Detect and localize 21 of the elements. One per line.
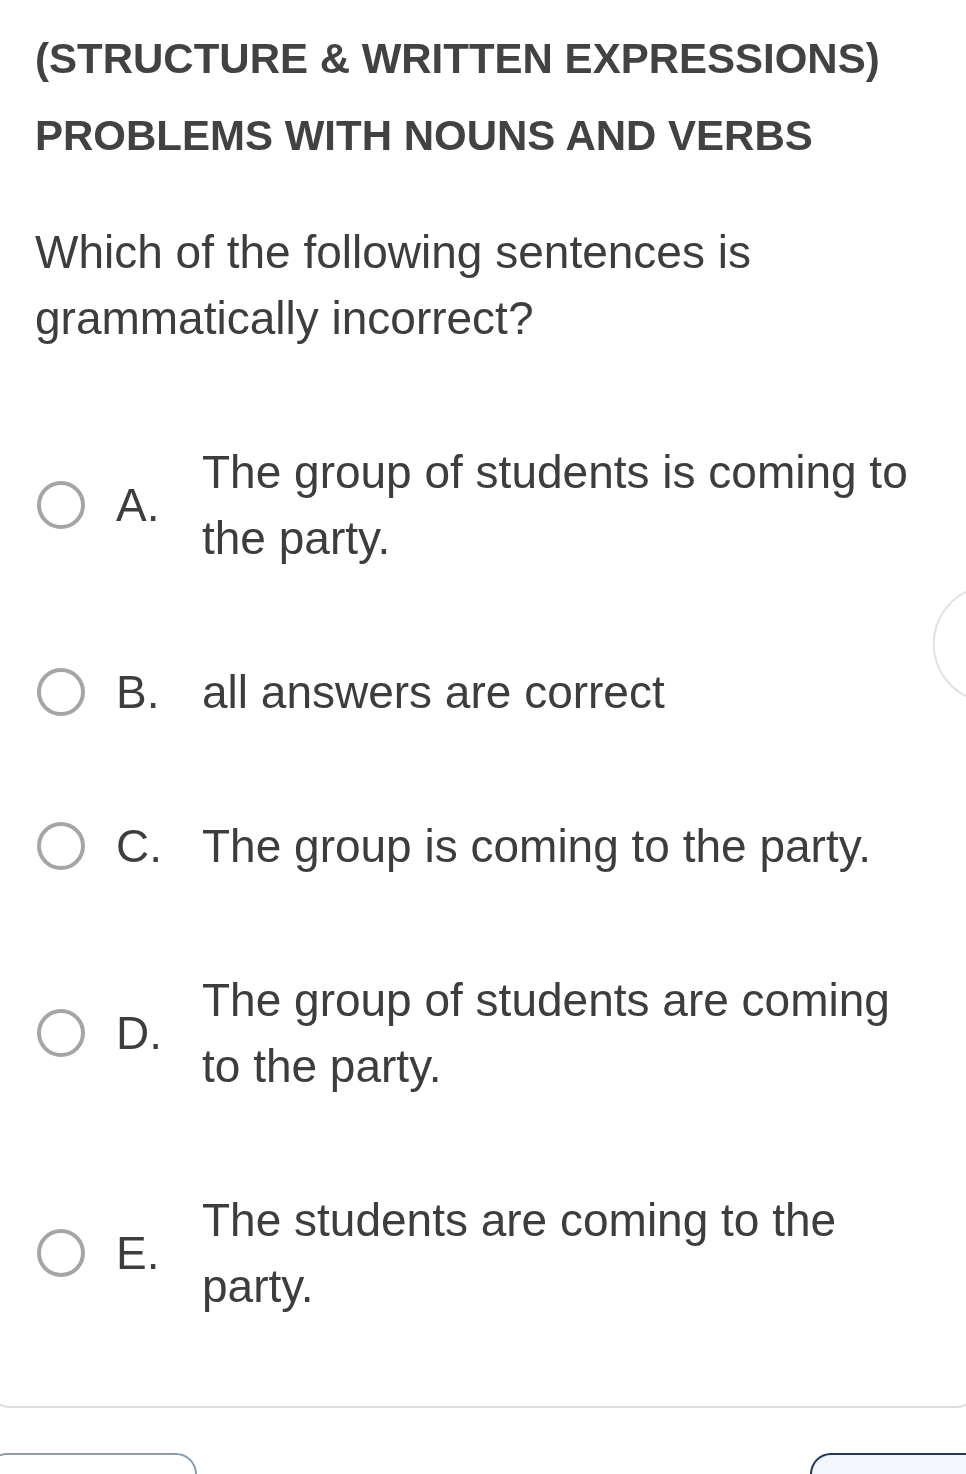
option-text: The group of students is coming to the party.	[202, 445, 909, 566]
radio-button[interactable]	[37, 1009, 85, 1057]
topic-title: PROBLEMS WITH NOUNS AND VERBS	[35, 111, 814, 161]
option-letter: E.	[116, 1226, 161, 1281]
option-letter: C.	[116, 819, 163, 874]
option-letter: D.	[116, 1006, 163, 1061]
option-text: all answers are correct	[202, 665, 666, 720]
option-letter: B.	[116, 665, 161, 720]
primary-button[interactable]	[810, 1453, 966, 1474]
option-letter: A.	[116, 478, 161, 533]
option-text: The group of students are coming to the party.	[202, 973, 891, 1094]
radio-button[interactable]	[37, 1229, 85, 1277]
question-text: Which of the following sentences is grammatically incorrect?	[35, 225, 752, 346]
section-title: (STRUCTURE & WRITTEN EXPRESSIONS)	[35, 34, 881, 84]
option-text: The group is coming to the party.	[202, 819, 873, 874]
secondary-button[interactable]	[0, 1453, 197, 1474]
radio-button[interactable]	[37, 822, 85, 870]
side-circle-button[interactable]	[932, 591, 966, 697]
radio-button[interactable]	[37, 668, 85, 716]
option-text: The students are coming to the party.	[202, 1193, 838, 1314]
radio-button[interactable]	[37, 481, 85, 529]
